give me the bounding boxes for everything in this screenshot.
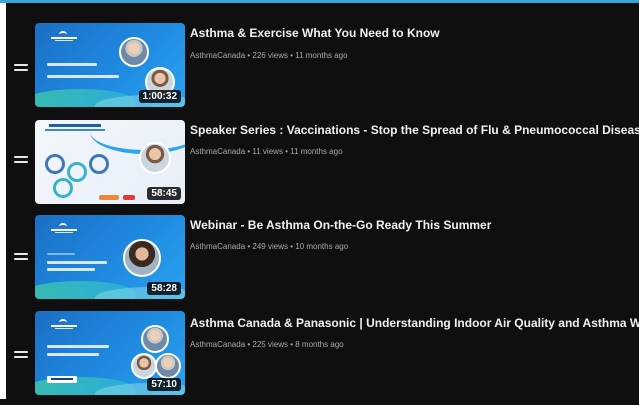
thumbnail-text-graphic <box>47 268 95 271</box>
asthma-canada-logo <box>51 31 79 43</box>
channel-name[interactable]: AsthmaCanada <box>190 340 245 349</box>
thumbnail-text-graphic <box>47 261 107 264</box>
thumbnail-text-graphic <box>47 353 99 356</box>
drag-handle-icon[interactable] <box>14 253 28 263</box>
thumbnail-text-graphic <box>47 345 109 348</box>
sponsor-logo <box>123 195 135 200</box>
upload-age: 11 months ago <box>295 51 348 60</box>
playlist-item[interactable]: 58:45 Speaker Series : Vaccinations - St… <box>6 120 639 214</box>
channel-name[interactable]: AsthmaCanada <box>190 242 245 251</box>
video-duration-badge: 58:28 <box>147 282 181 295</box>
speaker-photo <box>131 353 157 379</box>
panasonic-logo <box>47 376 77 383</box>
thumbnail-text-graphic <box>47 63 97 66</box>
view-count: 225 views <box>252 340 288 349</box>
video-title[interactable]: Asthma & Exercise What You Need to Know <box>190 26 639 40</box>
video-title[interactable]: Asthma Canada & Panasonic | Understandin… <box>190 316 639 330</box>
thumbnail-text-graphic <box>47 75 119 78</box>
video-meta: AsthmaCanada • 226 views • 11 months ago <box>190 51 639 60</box>
gear-graphic <box>45 154 65 174</box>
video-duration-badge: 58:45 <box>147 187 181 200</box>
video-thumbnail[interactable]: 58:45 <box>35 120 185 204</box>
speaker-photo <box>155 353 181 379</box>
sponsor-logo <box>99 195 119 200</box>
speaker-photo <box>119 37 149 67</box>
drag-handle-icon[interactable] <box>14 351 28 361</box>
speaker-photo <box>141 325 169 353</box>
view-count: 249 views <box>252 242 288 251</box>
video-title[interactable]: Webinar - Be Asthma On-the-Go Ready This… <box>190 218 639 232</box>
thumbnail-arc-graphic <box>90 120 185 154</box>
view-count: 226 views <box>252 51 288 60</box>
playlist-item[interactable]: 1:00:32 Asthma & Exercise What You Need … <box>6 23 639 117</box>
upload-age: 11 months ago <box>290 147 343 156</box>
upload-age: 10 months ago <box>295 242 349 251</box>
gear-graphic <box>53 178 73 198</box>
playlist-item[interactable]: 58:28 Webinar - Be Asthma On-the-Go Read… <box>6 215 639 309</box>
asthma-canada-logo <box>51 223 79 235</box>
speaker-photo <box>139 142 171 174</box>
video-duration-badge: 57:10 <box>147 378 181 391</box>
video-meta: AsthmaCanada • 249 views • 10 months ago <box>190 242 639 251</box>
channel-name[interactable]: AsthmaCanada <box>190 147 245 156</box>
video-duration-badge: 1:00:32 <box>138 90 181 103</box>
gear-graphic <box>67 162 87 182</box>
asthma-canada-logo <box>51 319 79 331</box>
channel-name[interactable]: AsthmaCanada <box>190 51 245 60</box>
drag-handle-icon[interactable] <box>14 64 28 74</box>
drag-handle-icon[interactable] <box>14 156 28 166</box>
video-thumbnail[interactable]: 57:10 <box>35 311 185 395</box>
speaker-photo <box>123 239 161 277</box>
view-count: 11 views <box>252 147 283 156</box>
video-thumbnail[interactable]: 58:28 <box>35 215 185 299</box>
gear-graphic <box>89 154 109 174</box>
thumbnail-text-graphic <box>47 253 75 255</box>
thumbnail-heading-graphic <box>49 124 101 127</box>
playlist-video-list: 1:00:32 Asthma & Exercise What You Need … <box>6 3 639 399</box>
playlist-item[interactable]: 57:10 Asthma Canada & Panasonic | Unders… <box>6 311 639 405</box>
thumbnail-heading-graphic <box>45 129 105 131</box>
video-meta: AsthmaCanada • 225 views • 8 months ago <box>190 340 639 349</box>
video-meta: AsthmaCanada • 11 views • 11 months ago <box>190 147 639 156</box>
video-title[interactable]: Speaker Series : Vaccinations - Stop the… <box>190 123 639 137</box>
video-thumbnail[interactable]: 1:00:32 <box>35 23 185 107</box>
upload-age: 8 months ago <box>295 340 344 349</box>
